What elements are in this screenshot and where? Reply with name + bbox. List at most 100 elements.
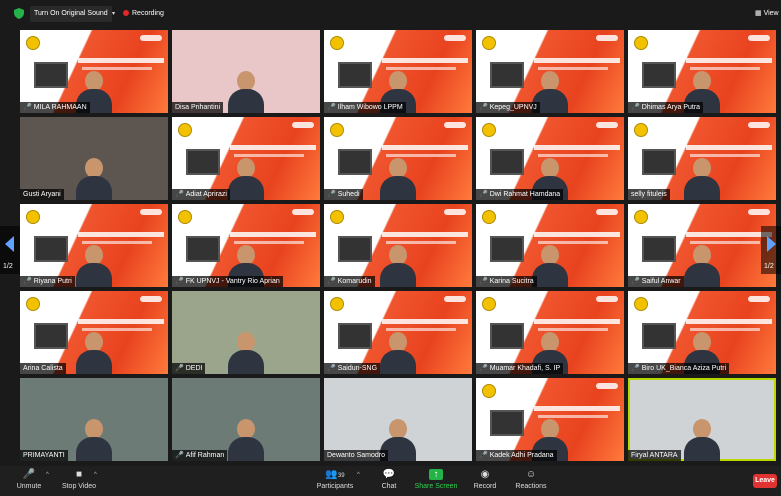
slide-headline: [534, 232, 620, 237]
slide-headline: [534, 406, 620, 411]
university-logo-icon: [634, 36, 648, 50]
audio-options-chevron-icon[interactable]: ^: [46, 472, 49, 478]
slide-subheadline: [538, 154, 608, 157]
record-dot-icon: [123, 10, 129, 17]
person-head: [85, 245, 103, 265]
participant-tile[interactable]: 🎤 Kadek Adhi Pradana: [476, 378, 624, 461]
slide-subheadline: [538, 67, 608, 70]
university-logo-icon: [330, 297, 344, 311]
participants-icon: 👥39: [325, 469, 345, 480]
participant-tile[interactable]: 🎤 FK UPNVJ - Vantry Rio Aprian: [172, 204, 320, 287]
participant-tile[interactable]: Disa Prihantini: [172, 30, 320, 113]
unmute-button[interactable]: 🎤 Unmute: [12, 469, 46, 490]
participant-tile[interactable]: 🎤 Riyana Putri: [20, 204, 168, 287]
slide-headline: [78, 319, 164, 324]
slide-badge: [748, 35, 770, 41]
university-logo-icon: [178, 210, 192, 224]
record-icon: ◉: [480, 469, 490, 480]
smiley-plus-icon: ☺: [525, 469, 537, 480]
view-button[interactable]: ▦ View: [755, 6, 781, 22]
person-head: [541, 158, 559, 178]
participants-chevron-icon[interactable]: ^: [357, 472, 360, 478]
participants-button[interactable]: 👥39 Participants: [312, 469, 358, 490]
person-head: [237, 158, 255, 178]
university-logo-icon: [330, 210, 344, 224]
reactions-button[interactable]: ☺ Reactions: [514, 469, 548, 490]
person-head: [237, 71, 255, 91]
participant-tile[interactable]: 🎤 Ilham Wibowo LPPM: [324, 30, 472, 113]
participant-name: Dhimas Arya Putra: [641, 104, 701, 111]
microphone-muted-icon: 🎤: [631, 278, 640, 285]
participant-name-label: 🎤 DEDI: [172, 363, 206, 374]
participant-name-label: 🎤 Dhimas Arya Putra: [628, 102, 704, 113]
participant-tile[interactable]: 🎤 Dwi Rahmat Hamdana: [476, 117, 624, 200]
person-head: [693, 419, 711, 439]
slide-badge: [140, 35, 162, 41]
person-body: [76, 176, 112, 200]
video-options-chevron-icon[interactable]: ^: [94, 472, 97, 478]
participant-tile[interactable]: 🎤 Suhedi: [324, 117, 472, 200]
next-page-button[interactable]: 1/2: [761, 226, 781, 274]
university-logo-icon: [482, 123, 496, 137]
participant-tile[interactable]: 🎤 Afif Rahman: [172, 378, 320, 461]
person-body: [76, 437, 112, 461]
participant-tile[interactable]: 🎤 Biro UK_Bianca Aziza Putri: [628, 291, 776, 374]
microphone-muted-icon: 🎤: [23, 104, 32, 111]
share-screen-button[interactable]: ↑ Share Screen: [414, 469, 458, 490]
participant-tile[interactable]: 🎤 MILA RAHMAAN: [20, 30, 168, 113]
person-body: [228, 89, 264, 113]
person-head: [85, 158, 103, 178]
participant-tile[interactable]: 🎤 Karina Sucitra: [476, 204, 624, 287]
participant-name: Komarudin: [337, 278, 372, 285]
participant-name: Dwi Rahmat Hamdana: [489, 191, 561, 198]
slide-illustration: [490, 410, 524, 436]
person-head: [541, 332, 559, 352]
meeting-top-bar: Turn On Original Sound ▾ Recording ▦ Vie…: [0, 0, 781, 28]
participant-video: [76, 158, 112, 200]
slide-badge: [292, 122, 314, 128]
participant-video: [228, 332, 264, 374]
record-button[interactable]: ◉ Record: [472, 469, 498, 490]
participant-tile[interactable]: Arina Calista: [20, 291, 168, 374]
participant-tile[interactable]: selly fituleis: [628, 117, 776, 200]
participant-tile[interactable]: 🎤 Adiat Aprirazi: [172, 117, 320, 200]
slide-badge: [444, 296, 466, 302]
participant-tile[interactable]: 🎤 Dhimas Arya Putra: [628, 30, 776, 113]
slide-badge: [748, 296, 770, 302]
participant-tile[interactable]: 🎤 Saidun-SNG: [324, 291, 472, 374]
chevron-down-icon[interactable]: ▾: [112, 10, 115, 17]
slide-subheadline: [386, 154, 456, 157]
slide-headline: [382, 319, 468, 324]
slide-illustration: [34, 323, 68, 349]
participant-video: [380, 245, 416, 287]
recording-indicator[interactable]: Recording: [123, 6, 164, 22]
participant-tile[interactable]: 🎤 DEDI: [172, 291, 320, 374]
participant-tile[interactable]: Gusti Aryani: [20, 117, 168, 200]
original-sound-button[interactable]: Turn On Original Sound: [30, 6, 112, 22]
participant-tile[interactable]: PRIMAYANTI: [20, 378, 168, 461]
slide-subheadline: [82, 241, 152, 244]
person-head: [85, 332, 103, 352]
university-logo-icon: [634, 297, 648, 311]
microphone-muted-icon: 🎤: [175, 278, 184, 285]
slide-headline: [382, 145, 468, 150]
person-body: [684, 176, 720, 200]
participant-tile[interactable]: Dewanto Samodro: [324, 378, 472, 461]
participant-tile[interactable]: Firyal ANTARA: [628, 378, 776, 461]
slide-illustration: [490, 149, 524, 175]
participant-tile[interactable]: 🎤 Komarudin: [324, 204, 472, 287]
participant-name: Ilham Wibowo LPPM: [337, 104, 403, 111]
chat-button[interactable]: 💬 Chat: [376, 469, 402, 490]
previous-page-button[interactable]: 1/2: [0, 226, 20, 274]
participant-tile[interactable]: 🎤 Kepeg_UPNVJ: [476, 30, 624, 113]
person-head: [389, 332, 407, 352]
university-logo-icon: [26, 210, 40, 224]
university-logo-icon: [482, 36, 496, 50]
participant-tile[interactable]: 🎤 Muamar Khadafi, S. IP: [476, 291, 624, 374]
microphone-muted-icon: 🎤: [22, 469, 36, 480]
participant-tile[interactable]: 🎤 Saiful Anwar: [628, 204, 776, 287]
leave-button[interactable]: Leave: [753, 474, 777, 488]
slide-badge: [596, 296, 618, 302]
slide-illustration: [338, 236, 372, 262]
person-head: [541, 71, 559, 91]
